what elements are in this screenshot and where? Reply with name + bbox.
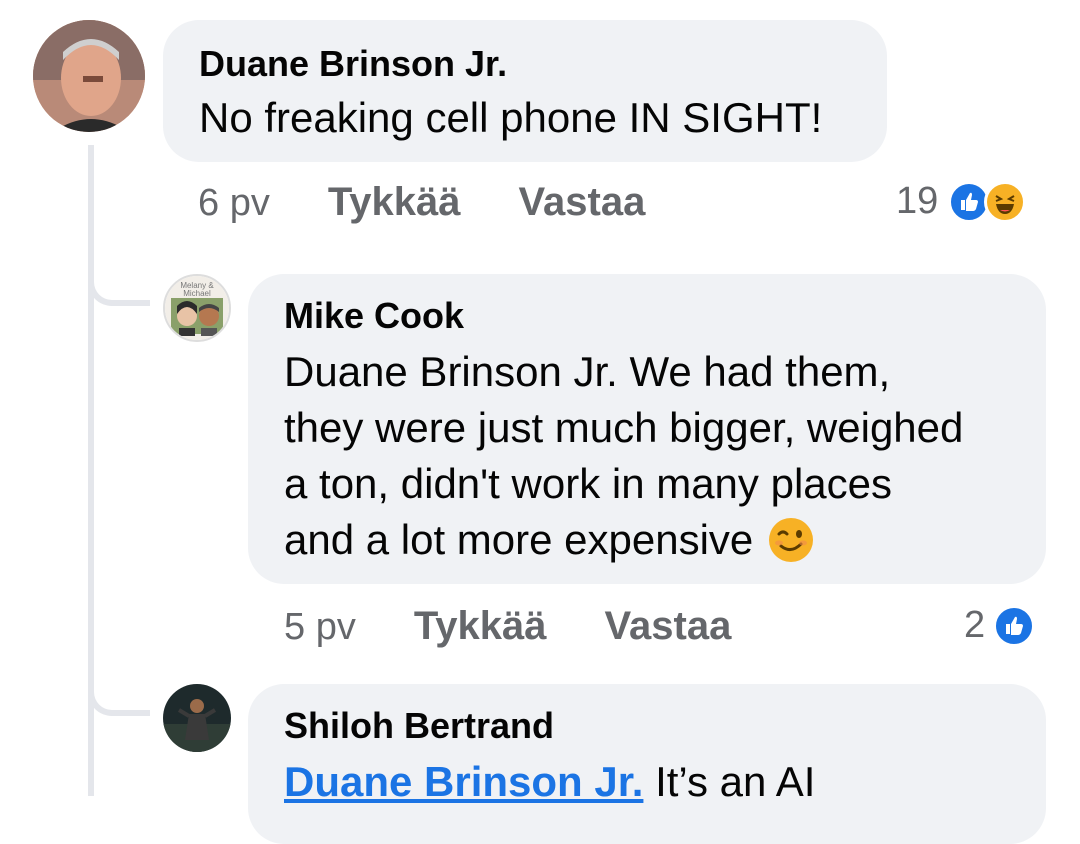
avatar-duane-brinson[interactable]	[33, 20, 145, 132]
comment-time[interactable]: 5 pv	[284, 606, 356, 649]
avatar-mike-cook[interactable]: Melany & Michael	[163, 274, 231, 342]
haha-icon	[984, 180, 1027, 223]
comment-time[interactable]: 6 pv	[198, 182, 270, 225]
thread-connector-2	[88, 686, 150, 716]
comment-text: No freaking cell phone IN SIGHT!	[199, 94, 823, 141]
reaction-summary-duane[interactable]: 19	[896, 180, 1027, 223]
reaction-count: 2	[964, 604, 986, 646]
comment-text-line-3: a ton, didn't work in many places	[284, 460, 892, 507]
comment-bubble-shiloh[interactable]: Shiloh Bertrand Duane Brinson Jr. It’s a…	[248, 684, 1046, 844]
comment-author[interactable]: Mike Cook	[284, 294, 1010, 338]
avatar-shiloh-bertrand[interactable]	[163, 684, 231, 752]
comment-author[interactable]: Shiloh Bertrand	[284, 704, 1010, 748]
mention-link[interactable]: Duane Brinson Jr.	[284, 758, 643, 805]
comment-text-fragment: It’s an AI	[655, 758, 816, 805]
like-button[interactable]: Tykkää	[414, 604, 547, 649]
comment-meta-mike: 5 pv Tykkää Vastaa	[284, 604, 731, 649]
comment-text-wrap: Duane Brinson Jr. It’s an AI	[284, 754, 1010, 810]
reaction-summary-mike[interactable]: 2	[964, 604, 1036, 647]
reply-button[interactable]: Vastaa	[519, 180, 646, 225]
comment-text-line-4-wrap: and a lot more expensive	[284, 512, 1010, 568]
wink-emoji	[767, 516, 815, 564]
comment-bubble-duane[interactable]: Duane Brinson Jr. No freaking cell phone…	[163, 20, 887, 162]
comment-text-line-1: Duane Brinson Jr. We had them,	[284, 348, 891, 395]
reply-button[interactable]: Vastaa	[605, 604, 732, 649]
reaction-count: 19	[896, 180, 939, 222]
like-icon	[993, 604, 1036, 647]
like-button[interactable]: Tykkää	[328, 180, 461, 225]
thread-connector-1	[88, 276, 150, 306]
comment-author[interactable]: Duane Brinson Jr.	[199, 42, 851, 86]
comment-bubble-mike[interactable]: Mike Cook Duane Brinson Jr. We had them,…	[248, 274, 1046, 584]
comment-text-line-2: they were just much bigger, weighed	[284, 404, 964, 451]
svg-text:Michael: Michael	[183, 289, 211, 298]
comment-meta-duane: 6 pv Tykkää Vastaa	[198, 180, 645, 225]
comment-text-line-4: and a lot more expensive	[284, 516, 754, 563]
